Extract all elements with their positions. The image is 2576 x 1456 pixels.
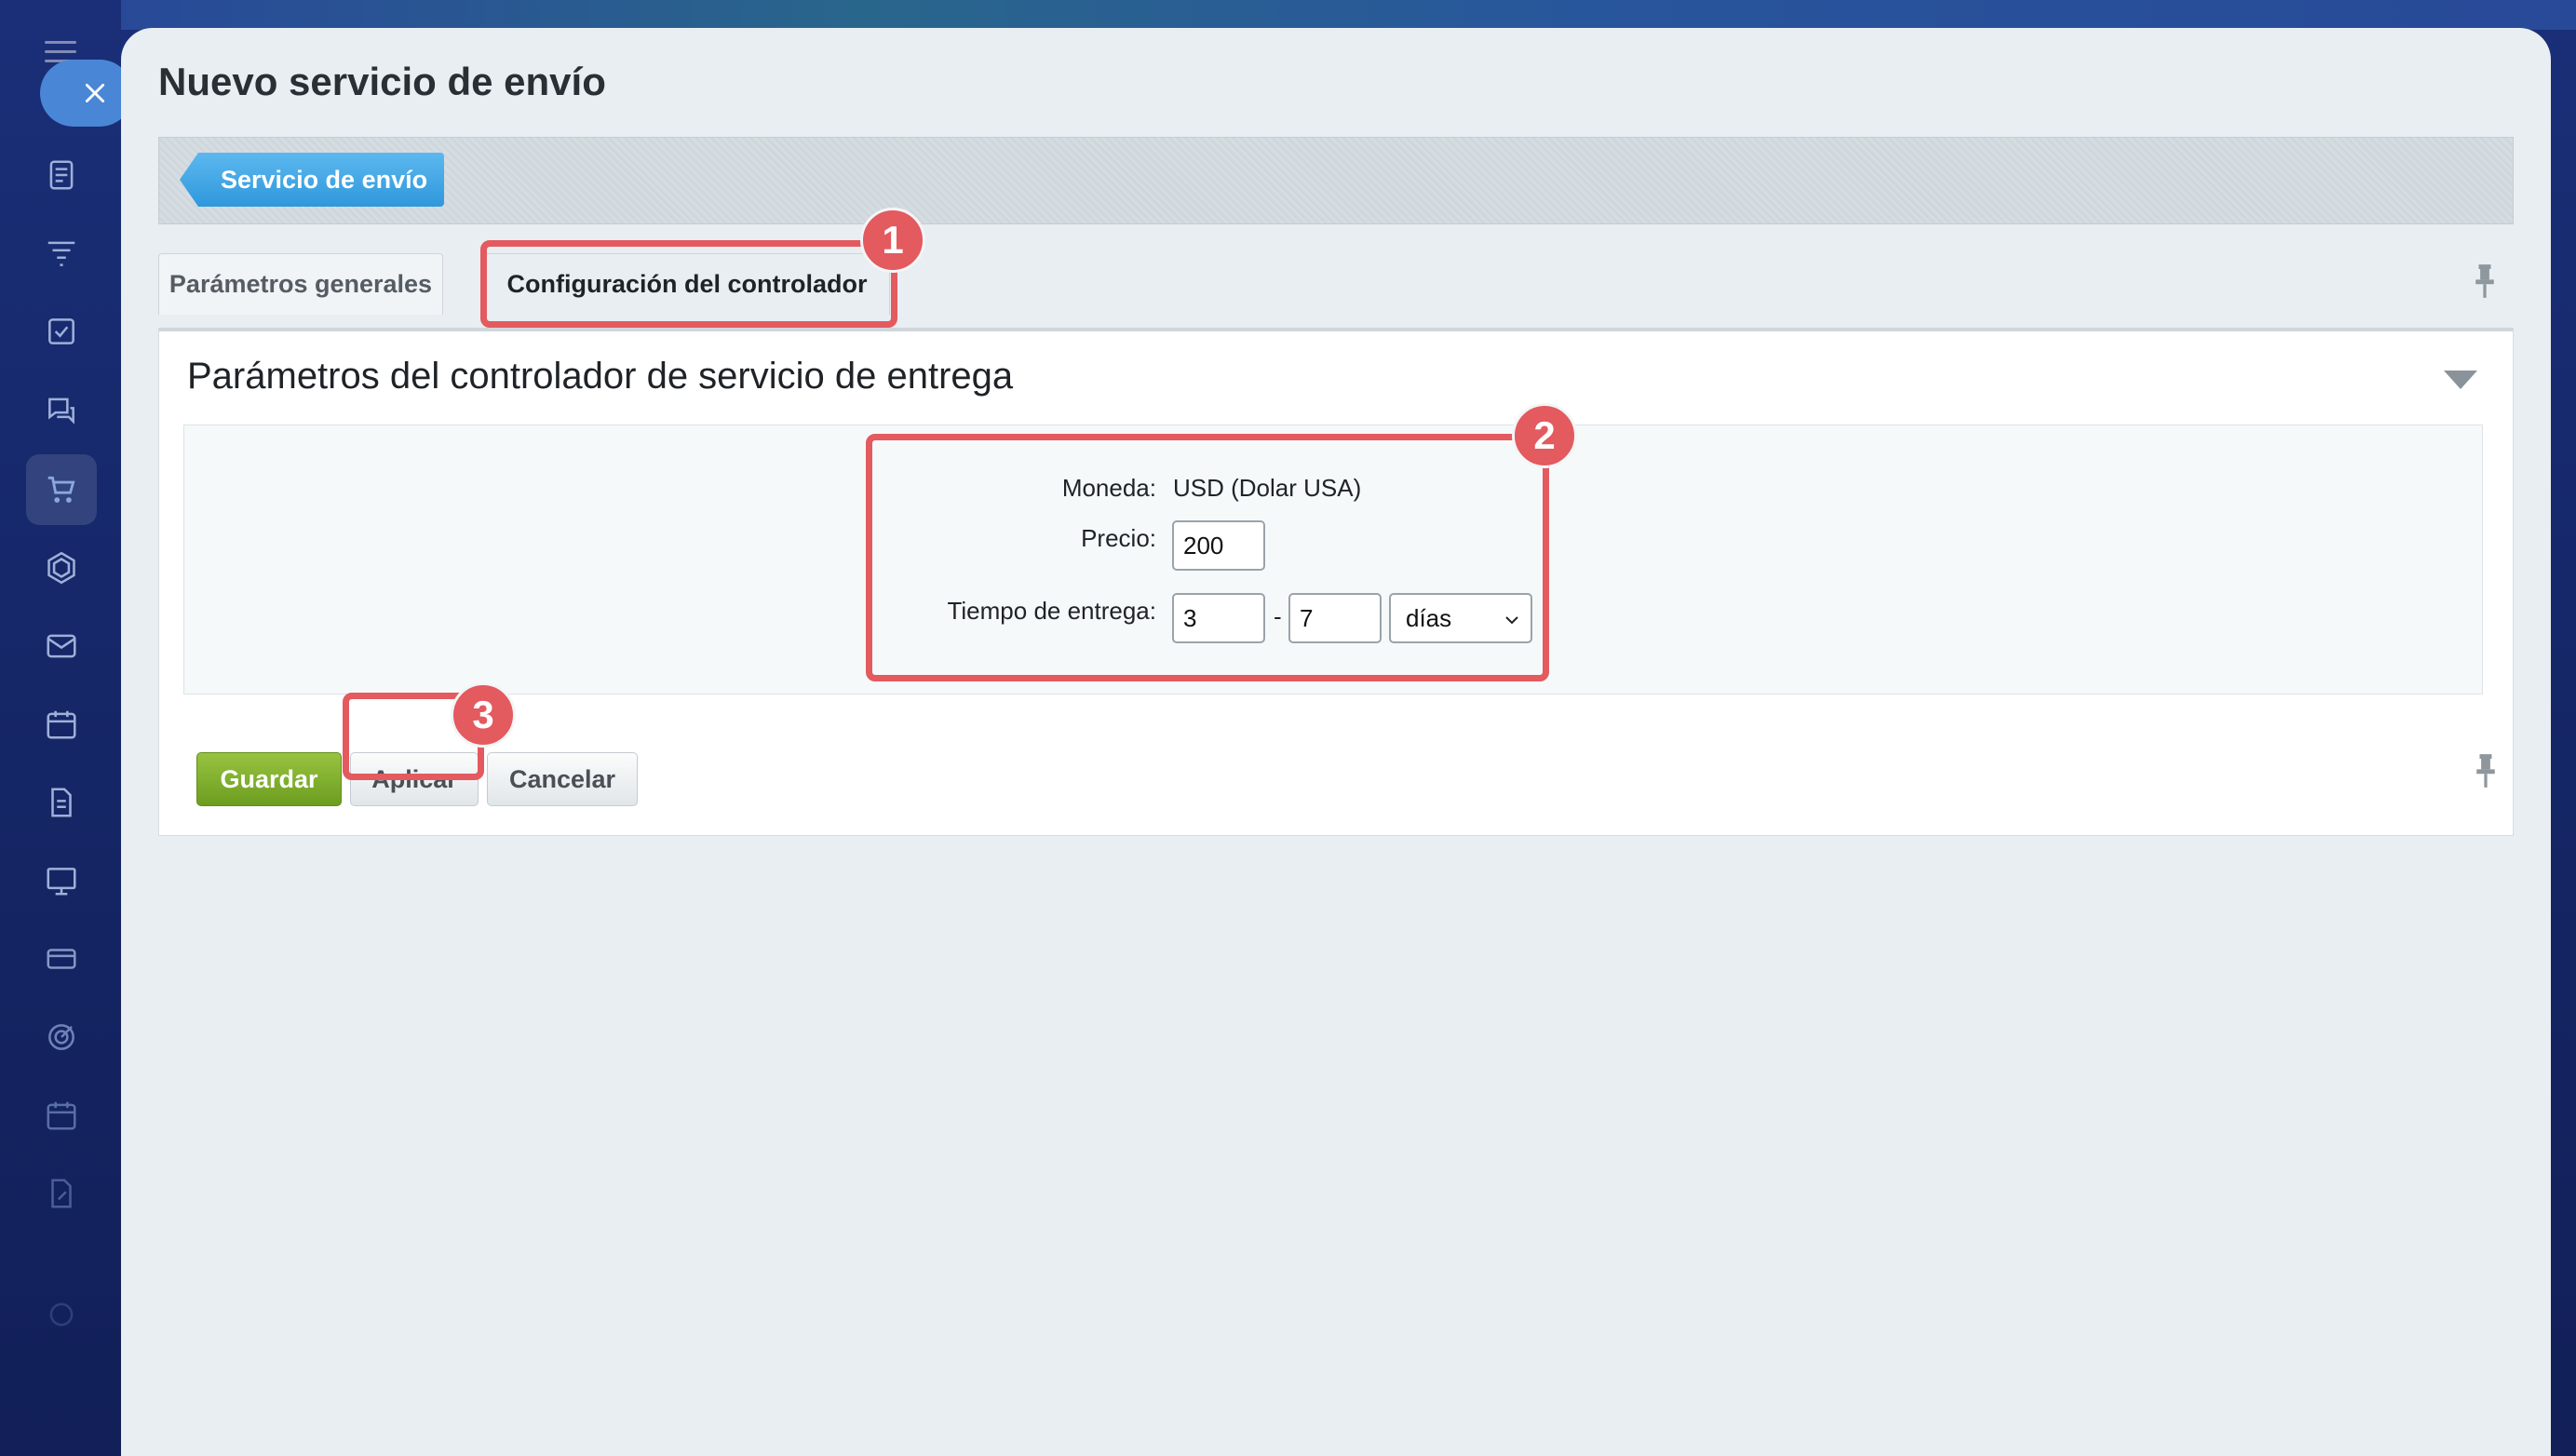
tab-general-parameters[interactable]: Parámetros generales (158, 253, 443, 315)
presentation-icon[interactable] (32, 851, 91, 910)
save-button[interactable]: Guardar (196, 752, 342, 806)
close-slider-button[interactable] (40, 60, 133, 127)
breadcrumb: Servicio de envío (158, 137, 2514, 224)
mail-icon[interactable] (32, 616, 91, 676)
annotation-box-1 (480, 240, 897, 328)
file-edit-icon[interactable] (32, 1164, 91, 1223)
calendar-icon[interactable] (32, 694, 91, 754)
pin-icon-bottom[interactable] (2474, 752, 2498, 789)
document-icon[interactable] (32, 773, 91, 832)
hexagon-icon[interactable] (32, 538, 91, 598)
page-title: Nuevo servicio de envío (158, 60, 606, 103)
top-glow-band (121, 0, 2576, 30)
target-icon[interactable] (32, 1007, 91, 1067)
annotation-badge-1: 1 (860, 208, 925, 273)
schedule-icon[interactable] (32, 1085, 91, 1145)
annotation-badge-2: 2 (1512, 403, 1577, 468)
cancel-button[interactable]: Cancelar (487, 752, 638, 806)
shop-cart-icon[interactable] (26, 454, 97, 525)
funnel-icon[interactable] (32, 223, 91, 283)
chat-icon[interactable] (32, 380, 91, 439)
section-title: Parámetros del controlador de servicio d… (187, 356, 1014, 397)
breadcrumb-item[interactable]: Servicio de envío (180, 153, 444, 207)
close-icon (85, 83, 105, 103)
annotation-box-2 (866, 434, 1549, 681)
slider-panel: Nuevo servicio de envío Servicio de enví… (121, 28, 2551, 1456)
feed-icon[interactable] (32, 145, 91, 205)
tasks-icon[interactable] (32, 302, 91, 361)
pin-icon[interactable] (2473, 263, 2497, 300)
annotation-badge-3: 3 (451, 682, 516, 748)
collapse-arrow-icon[interactable] (2444, 371, 2477, 389)
card-icon[interactable] (32, 929, 91, 989)
menu-icon[interactable] (45, 41, 76, 62)
faded-circle-icon (32, 1285, 91, 1344)
left-sidebar (0, 0, 133, 1456)
